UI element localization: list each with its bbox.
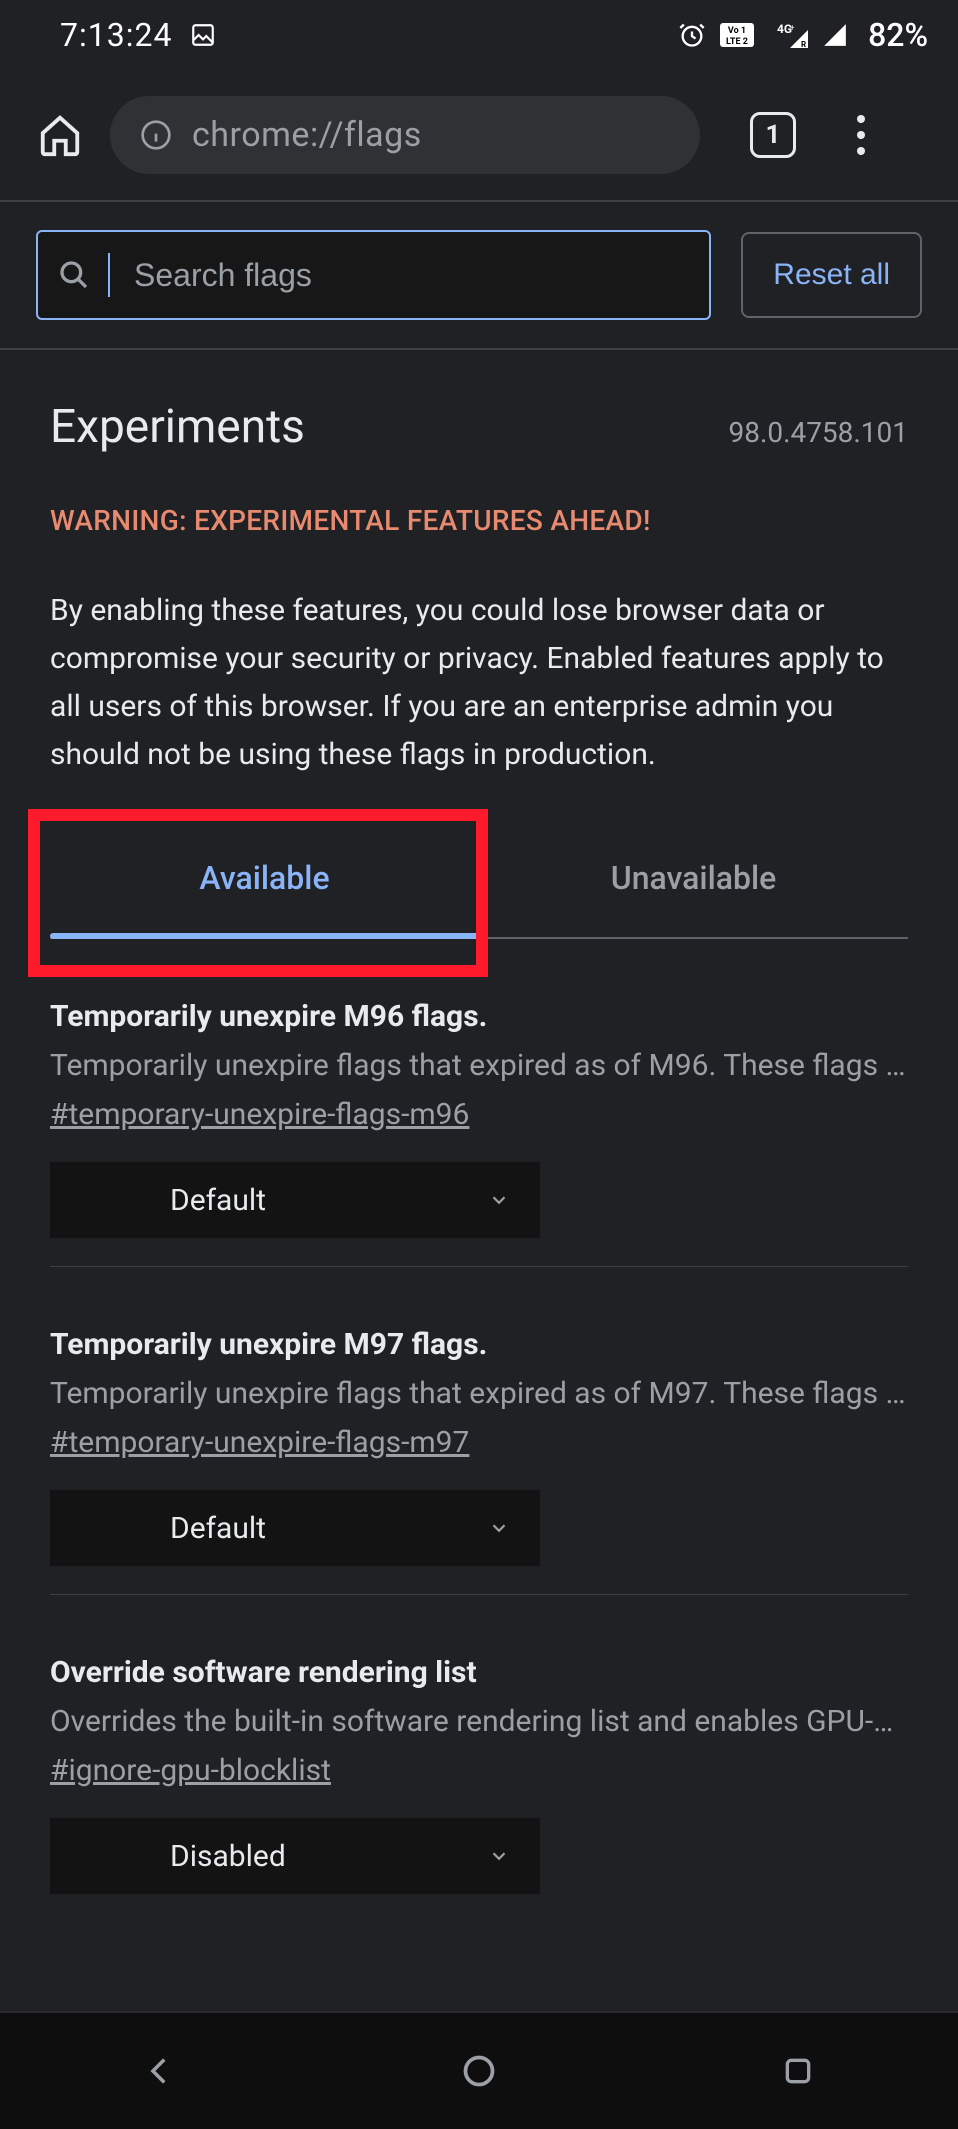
system-navbar xyxy=(0,2011,958,2129)
flag-description: Temporarily unexpire flags that expired … xyxy=(50,1376,908,1411)
status-bar: 7:13:24 Vo 1LTE 2 4G+R 82% xyxy=(0,0,958,70)
browser-toolbar: chrome://flags 1 xyxy=(0,70,958,200)
svg-text:R: R xyxy=(801,40,806,48)
chevron-down-icon xyxy=(488,1189,510,1211)
more-menu-button[interactable] xyxy=(836,105,886,165)
status-time: 7:13:24 xyxy=(60,16,172,54)
search-flags-box[interactable] xyxy=(36,230,711,320)
warning-heading: WARNING: EXPERIMENTAL FEATURES AHEAD! xyxy=(0,474,958,547)
flag-anchor-link[interactable]: #temporary-unexpire-flags-m96 xyxy=(50,1097,469,1132)
nav-recents-button[interactable] xyxy=(738,2041,858,2101)
chevron-down-icon xyxy=(488,1845,510,1867)
tab-available[interactable]: Available xyxy=(50,819,479,937)
svg-text:Vo 1: Vo 1 xyxy=(728,26,746,36)
nav-home-button[interactable] xyxy=(419,2041,539,2101)
flag-anchor-link[interactable]: #ignore-gpu-blocklist xyxy=(50,1753,331,1788)
warning-body: By enabling these features, you could lo… xyxy=(0,547,958,819)
nav-back-button[interactable] xyxy=(100,2041,220,2101)
chevron-down-icon xyxy=(488,1517,510,1539)
flag-item: Temporarily unexpire M97 flags. Temporar… xyxy=(50,1267,908,1595)
volte-icon: Vo 1LTE 2 xyxy=(720,23,754,47)
home-button[interactable] xyxy=(30,105,90,165)
tabs: Available Unavailable xyxy=(0,819,958,939)
flag-select[interactable]: Default xyxy=(50,1162,540,1238)
search-row: Reset all xyxy=(0,202,958,348)
omnibox[interactable]: chrome://flags xyxy=(110,96,700,174)
page-header: Experiments 98.0.4758.101 xyxy=(0,350,958,474)
tab-unavailable[interactable]: Unavailable xyxy=(479,819,908,937)
image-icon xyxy=(190,22,216,48)
tab-switcher-button[interactable]: 1 xyxy=(750,112,796,158)
search-flags-input[interactable] xyxy=(134,257,689,294)
svg-text:+: + xyxy=(790,23,795,32)
signal-icon xyxy=(822,22,848,48)
site-info-icon xyxy=(140,119,172,151)
flag-anchor-link[interactable]: #temporary-unexpire-flags-m97 xyxy=(50,1425,469,1460)
battery-percent: 82% xyxy=(868,16,928,54)
flag-select-value: Default xyxy=(170,1511,266,1546)
flag-title: Temporarily unexpire M97 flags. xyxy=(50,1327,908,1362)
tab-count: 1 xyxy=(766,120,781,150)
chrome-version: 98.0.4758.101 xyxy=(728,416,908,449)
svg-text:LTE 2: LTE 2 xyxy=(726,37,748,47)
flag-title: Temporarily unexpire M96 flags. xyxy=(50,999,908,1034)
reset-all-button[interactable]: Reset all xyxy=(741,232,922,318)
active-tab-underline xyxy=(50,933,479,939)
signal-4g-icon: 4G+R xyxy=(768,22,808,48)
flag-item: Temporarily unexpire M96 flags. Temporar… xyxy=(50,939,908,1267)
flag-description: Temporarily unexpire flags that expired … xyxy=(50,1048,908,1083)
flag-description: Overrides the built-in software renderin… xyxy=(50,1704,908,1739)
text-cursor xyxy=(108,253,110,297)
flag-select[interactable]: Disabled xyxy=(50,1818,540,1894)
search-icon xyxy=(58,259,90,291)
flags-list: Temporarily unexpire M96 flags. Temporar… xyxy=(0,939,958,1922)
flag-select-value: Disabled xyxy=(170,1839,286,1874)
flag-select[interactable]: Default xyxy=(50,1490,540,1566)
flag-title: Override software rendering list xyxy=(50,1655,908,1690)
omnibox-url: chrome://flags xyxy=(192,115,422,155)
flag-select-value: Default xyxy=(170,1183,266,1218)
flag-item: Override software rendering list Overrid… xyxy=(50,1595,908,1922)
alarm-icon xyxy=(678,21,706,49)
page-title: Experiments xyxy=(50,400,305,454)
